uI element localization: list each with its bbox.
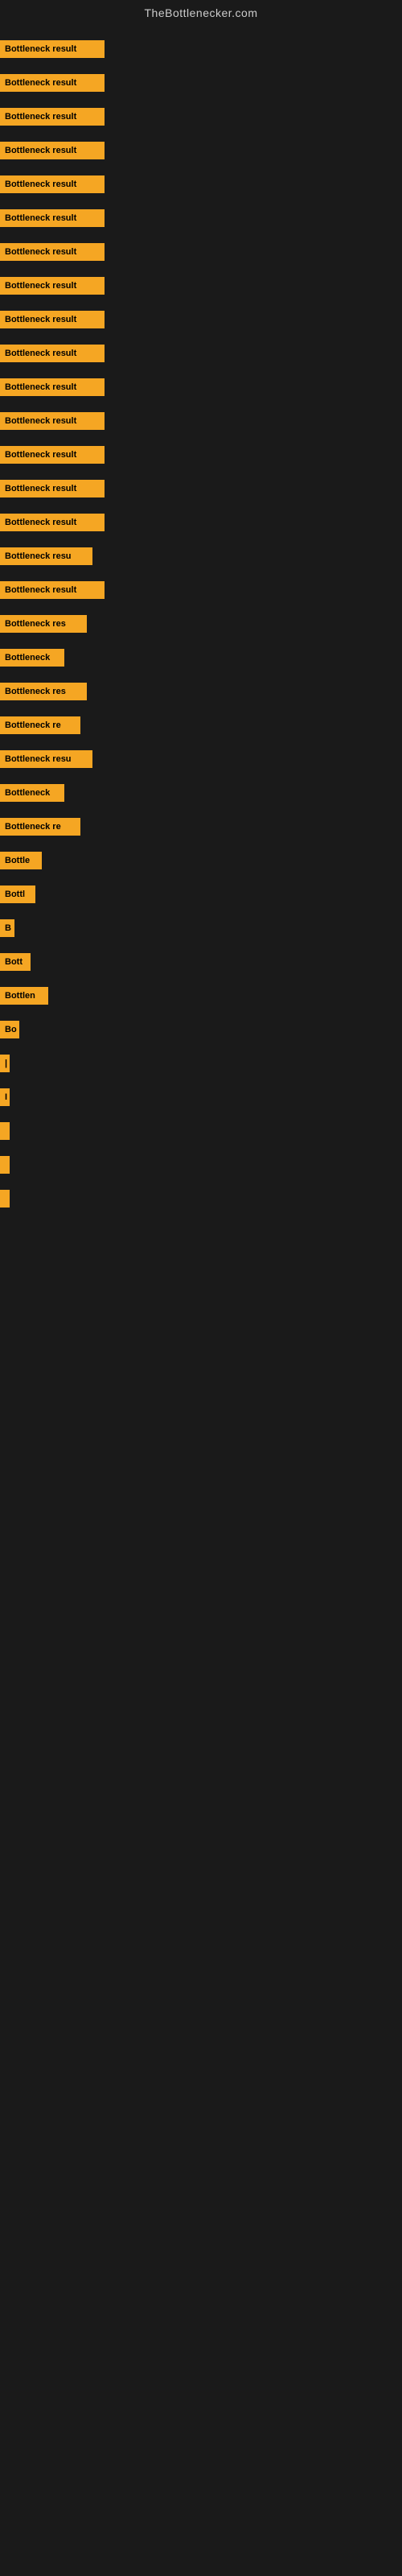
bottleneck-bar-16: Bottleneck result [0, 581, 105, 599]
bottleneck-bar-26: B [0, 919, 14, 937]
bar-row: Bottleneck res [0, 601, 402, 634]
bar-row: Bottleneck result [0, 93, 402, 127]
bottleneck-bar-18: Bottleneck [0, 649, 64, 667]
bar-row: Bottleneck result [0, 26, 402, 60]
bar-row: Bo [0, 1006, 402, 1040]
bar-row: Bottleneck result [0, 262, 402, 296]
bottleneck-bar-4: Bottleneck result [0, 175, 105, 193]
bottleneck-bar-13: Bottleneck result [0, 480, 105, 497]
bar-row: Bottleneck result [0, 296, 402, 330]
bar-row: Bottleneck res [0, 668, 402, 702]
bottleneck-bar-29: Bo [0, 1021, 19, 1038]
bar-row: Bottleneck result [0, 229, 402, 262]
bottleneck-bar-0: Bottleneck result [0, 40, 105, 58]
bottleneck-bar-31: I [0, 1088, 10, 1106]
bottleneck-bar-2: Bottleneck result [0, 108, 105, 126]
bottleneck-bar-27: Bott [0, 953, 31, 971]
bar-row: Bott [0, 939, 402, 972]
bar-row: Bottleneck resu [0, 736, 402, 770]
bottleneck-bar-33 [0, 1156, 10, 1174]
bottleneck-bar-17: Bottleneck res [0, 615, 87, 633]
bottleneck-bar-14: Bottleneck result [0, 514, 105, 531]
bottleneck-bar-1: Bottleneck result [0, 74, 105, 92]
bottleneck-bar-23: Bottleneck re [0, 818, 80, 836]
bar-row: Bottleneck result [0, 60, 402, 93]
bar-row [0, 1141, 402, 1175]
bar-row: | [0, 1040, 402, 1074]
bar-row: Bottleneck result [0, 330, 402, 364]
bar-row: Bottleneck re [0, 803, 402, 837]
bar-row: Bottl [0, 871, 402, 905]
bar-row: Bottleneck result [0, 465, 402, 499]
bar-row: I [0, 1074, 402, 1108]
bottleneck-bar-6: Bottleneck result [0, 243, 105, 261]
bar-row: Bottleneck result [0, 567, 402, 601]
bottleneck-bar-24: Bottle [0, 852, 42, 869]
bottleneck-bar-7: Bottleneck result [0, 277, 105, 295]
bottleneck-bar-34 [0, 1190, 10, 1208]
bar-row: Bottleneck result [0, 161, 402, 195]
bar-row: Bottleneck result [0, 364, 402, 398]
bar-row: Bottleneck re [0, 702, 402, 736]
bottleneck-bar-21: Bottleneck resu [0, 750, 92, 768]
bar-row: Bottleneck result [0, 127, 402, 161]
site-title: TheBottlenecker.com [0, 0, 402, 26]
bar-row: Bottleneck result [0, 499, 402, 533]
bottleneck-bar-25: Bottl [0, 886, 35, 903]
bar-row: Bottleneck result [0, 195, 402, 229]
bottleneck-bar-12: Bottleneck result [0, 446, 105, 464]
bar-row: Bottleneck result [0, 398, 402, 431]
bottleneck-bar-5: Bottleneck result [0, 209, 105, 227]
bar-row: Bottleneck result [0, 431, 402, 465]
bottleneck-bar-10: Bottleneck result [0, 378, 105, 396]
bar-row: B [0, 905, 402, 939]
bottleneck-bar-20: Bottleneck re [0, 716, 80, 734]
bottleneck-bar-32 [0, 1122, 10, 1140]
bar-row [0, 1175, 402, 1209]
bottleneck-bar-19: Bottleneck res [0, 683, 87, 700]
bottleneck-bar-8: Bottleneck result [0, 311, 105, 328]
bar-row [0, 1108, 402, 1141]
bottleneck-bar-30: | [0, 1055, 10, 1072]
bar-row: Bottle [0, 837, 402, 871]
bars-container: Bottleneck result Bottleneck result Bottle… [0, 26, 402, 1209]
bar-row: Bottleneck [0, 770, 402, 803]
bar-row: Bottlen [0, 972, 402, 1006]
bottleneck-bar-28: Bottlen [0, 987, 48, 1005]
bottleneck-bar-9: Bottleneck result [0, 345, 105, 362]
bottleneck-bar-22: Bottleneck [0, 784, 64, 802]
bar-row: Bottleneck [0, 634, 402, 668]
bottleneck-bar-15: Bottleneck resu [0, 547, 92, 565]
bottleneck-bar-3: Bottleneck result [0, 142, 105, 159]
bottleneck-bar-11: Bottleneck result [0, 412, 105, 430]
bar-row: Bottleneck resu [0, 533, 402, 567]
